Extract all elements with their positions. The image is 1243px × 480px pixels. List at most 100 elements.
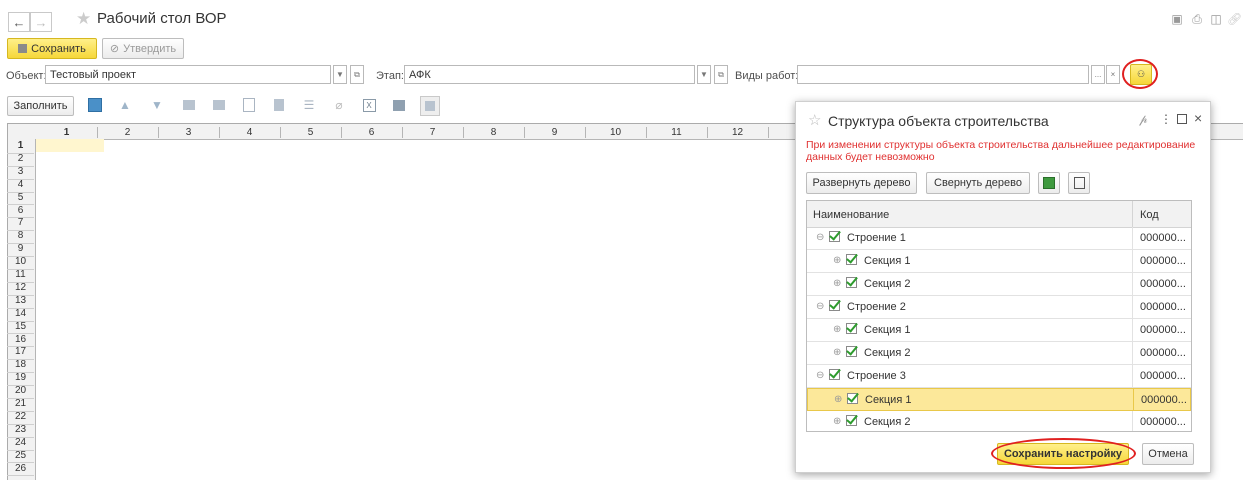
table-row[interactable]: ⊖ Строение 3 000000... <box>807 365 1191 388</box>
row-header[interactable]: 4 <box>7 179 34 193</box>
row-header[interactable]: 21 <box>7 398 34 412</box>
selected-cell[interactable] <box>36 139 104 152</box>
stage-dropdown-button[interactable]: ▼ <box>697 65 711 84</box>
checkbox[interactable] <box>846 346 857 357</box>
link-icon[interactable]: 𝓅 <box>1139 112 1148 127</box>
row-header[interactable]: 17 <box>7 346 34 361</box>
row-header[interactable]: 12 <box>7 282 34 296</box>
close-icon[interactable]: × <box>1194 110 1202 126</box>
add-column-icon[interactable] <box>210 96 228 114</box>
collapse-tree-button[interactable]: Свернуть дерево <box>926 172 1030 194</box>
expand-icon[interactable]: ⊕ <box>833 278 841 289</box>
table-row[interactable]: ⊖ Строение 1 000000... <box>807 227 1191 250</box>
fill-button[interactable]: Заполнить <box>7 96 74 116</box>
table-row-selected[interactable]: ⊕ Секция 1 000000... <box>807 388 1191 411</box>
expand-icon[interactable]: ⊕ <box>833 324 841 335</box>
favorite-star-icon[interactable]: ★ <box>76 9 91 29</box>
column-header[interactable]: 9 <box>524 127 586 138</box>
row-header[interactable]: 23 <box>7 424 34 438</box>
row-header[interactable]: 18 <box>7 359 34 374</box>
row-header[interactable]: 24 <box>7 437 34 451</box>
row-header[interactable]: 6 <box>7 205 34 219</box>
object-field[interactable]: Тестовый проект <box>45 65 331 84</box>
link-icon[interactable]: 🔗︎ <box>1227 12 1242 26</box>
copy-icon[interactable] <box>240 96 258 114</box>
preview-icon[interactable]: ◫ <box>1209 12 1223 26</box>
row-header[interactable]: 2 <box>7 153 34 167</box>
table-row[interactable]: ⊕ Секция 2 000000... <box>807 273 1191 296</box>
clear-format-icon[interactable]: ⌀ <box>330 96 348 114</box>
stage-open-button[interactable]: ⧉ <box>714 65 728 84</box>
move-up-icon[interactable]: ▲ <box>116 96 134 114</box>
column-header[interactable]: 4 <box>219 127 281 138</box>
table-row[interactable]: ⊕ Секция 2 000000... <box>807 411 1191 431</box>
save-icon[interactable]: ▣ <box>1170 12 1184 26</box>
excel-icon[interactable]: X <box>360 96 378 114</box>
checkbox[interactable] <box>846 277 857 288</box>
work-types-select-button[interactable]: ... <box>1091 65 1105 84</box>
tree-icon[interactable] <box>86 96 104 114</box>
row-header[interactable]: 1 <box>7 140 34 154</box>
work-types-clear-button[interactable]: × <box>1106 65 1120 84</box>
row-header[interactable]: 14 <box>7 308 34 322</box>
object-dropdown-button[interactable]: ▼ <box>333 65 347 84</box>
print-icon[interactable]: ⎙ <box>1190 12 1204 26</box>
work-types-field[interactable] <box>797 65 1089 84</box>
row-header[interactable]: 3 <box>7 166 34 180</box>
collapse-icon[interactable]: ⊖ <box>816 232 824 243</box>
column-header[interactable]: 7 <box>402 127 464 138</box>
object-open-button[interactable]: ⧉ <box>350 65 364 84</box>
column-header[interactable]: 3 <box>158 127 220 138</box>
maximize-icon[interactable] <box>1177 114 1187 124</box>
checkbox[interactable] <box>846 254 857 265</box>
row-header[interactable]: 11 <box>7 269 34 283</box>
row-header[interactable]: 9 <box>7 243 34 258</box>
column-header[interactable]: 1 <box>36 127 98 138</box>
expand-icon[interactable]: ⊕ <box>833 347 841 358</box>
approve-button[interactable]: ⊘ Утвердить <box>102 38 184 59</box>
checkbox[interactable] <box>846 415 857 426</box>
more-icon[interactable]: ⋮ <box>1160 112 1172 126</box>
checkbox[interactable] <box>829 369 840 380</box>
row-header[interactable]: 13 <box>7 295 34 309</box>
row-header[interactable]: 25 <box>7 450 34 464</box>
table-row[interactable]: ⊕ Секция 2 000000... <box>807 342 1191 365</box>
column-header[interactable]: 6 <box>341 127 403 138</box>
cancel-button[interactable]: Отмена <box>1142 443 1194 465</box>
row-header[interactable]: 19 <box>7 372 34 387</box>
row-header[interactable]: 22 <box>7 411 34 425</box>
row-header[interactable]: 8 <box>7 230 34 245</box>
column-header[interactable]: 11 <box>646 127 708 138</box>
row-header[interactable]: 5 <box>7 192 34 206</box>
row-header[interactable]: 26 <box>7 463 34 477</box>
row-header[interactable]: 10 <box>7 256 34 270</box>
back-button[interactable]: ← <box>8 12 30 32</box>
column-header[interactable]: 12 <box>707 127 769 138</box>
export-icon[interactable] <box>390 96 408 114</box>
column-header[interactable]: 8 <box>463 127 525 138</box>
forward-button[interactable]: → <box>30 12 52 32</box>
expand-icon[interactable]: ⊕ <box>833 416 841 427</box>
checkbox[interactable] <box>829 231 840 242</box>
check-all-button[interactable] <box>1038 172 1060 194</box>
table-row[interactable]: ⊖ Строение 2 000000... <box>807 296 1191 319</box>
paste-icon[interactable] <box>270 96 288 114</box>
star-icon[interactable]: ☆ <box>808 111 821 129</box>
save-button[interactable]: Сохранить <box>7 38 97 59</box>
row-header[interactable]: 16 <box>7 334 34 348</box>
column-header[interactable]: 2 <box>97 127 159 138</box>
list-icon[interactable]: ☰ <box>300 96 318 114</box>
table-row[interactable]: ⊕ Секция 1 000000... <box>807 319 1191 342</box>
add-row-icon[interactable] <box>180 96 198 114</box>
collapse-icon[interactable]: ⊖ <box>816 301 824 312</box>
column-header[interactable]: 10 <box>585 127 647 138</box>
row-header[interactable]: 20 <box>7 385 34 399</box>
row-header[interactable]: 7 <box>7 217 34 232</box>
expand-icon[interactable]: ⊕ <box>834 394 842 405</box>
column-header[interactable]: 5 <box>280 127 342 138</box>
expand-icon[interactable]: ⊕ <box>833 255 841 266</box>
checkbox[interactable] <box>829 300 840 311</box>
uncheck-all-button[interactable] <box>1068 172 1090 194</box>
move-down-icon[interactable]: ▼ <box>148 96 166 114</box>
row-header[interactable]: 15 <box>7 321 34 335</box>
